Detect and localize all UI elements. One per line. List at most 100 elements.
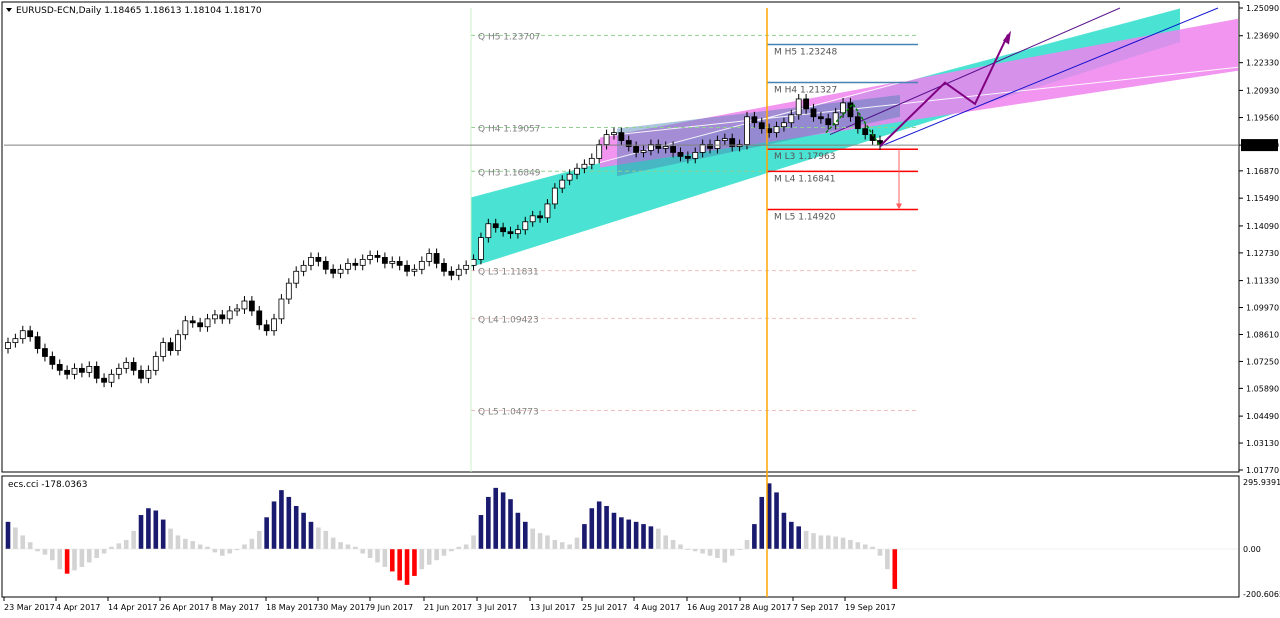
candle-body (581, 163, 588, 169)
cci-bar (5, 521, 11, 549)
cci-bar (301, 512, 306, 549)
cci-bar (611, 512, 617, 549)
cci-bar (131, 530, 136, 549)
candle-body (854, 116, 861, 130)
cci-bar (375, 549, 380, 563)
candle-body (337, 268, 344, 274)
indicator-label: ecs.cci -178.0363 (8, 480, 87, 490)
time-axis-label: 28 Aug 2017 (740, 603, 791, 612)
candle-body (832, 112, 839, 126)
cci-bar (855, 542, 861, 549)
cci-bar (227, 549, 232, 554)
candle-body (781, 122, 787, 128)
q-level-label: Q H4 1.19057 (478, 125, 541, 135)
time-axis-label: 18 May 2017 (266, 603, 318, 612)
candle-body (603, 134, 610, 145)
dropdown-triangle-icon[interactable] (6, 8, 12, 12)
cci-bar (633, 521, 639, 549)
cci-bar (35, 549, 40, 552)
cci-bar (138, 515, 144, 549)
candle-body (78, 367, 85, 373)
price-axis-label: 1.16870 (1246, 167, 1279, 176)
candle-body (389, 260, 396, 264)
cci-bar (116, 543, 122, 549)
time-axis-label: 4 Aug 2017 (634, 603, 680, 612)
candle-body (19, 330, 26, 340)
cci-bar (848, 539, 853, 549)
cci-bar (700, 549, 705, 554)
cci-bar (101, 549, 107, 554)
candle-body (64, 369, 71, 375)
cci-bar (478, 515, 484, 549)
candle-body (12, 338, 19, 344)
cci-bar (190, 541, 196, 549)
candle-body (248, 300, 255, 312)
candle-body (677, 152, 684, 157)
candle-body (433, 253, 440, 264)
candle-body (507, 231, 514, 235)
cci-bar (316, 527, 321, 549)
time-axis-label: 19 Sep 2017 (845, 603, 896, 612)
cci-bar (722, 549, 728, 563)
time-axis-label: 3 Jul 2017 (477, 603, 517, 612)
candle-body (662, 146, 669, 149)
cci-bar (160, 519, 166, 549)
candle-body (611, 132, 617, 135)
price-axis-label: 1.08610 (1246, 330, 1279, 339)
axes-layer: 1.25090 1.23690 1.22330 1.20930 1.19560 1.181… (3, 4, 1280, 612)
candle-body (847, 102, 854, 118)
candle-body (101, 377, 107, 383)
cci-bar (434, 549, 439, 561)
cci-bar (522, 521, 528, 549)
cci-bar (493, 487, 499, 549)
candle-body (145, 369, 152, 379)
candle-body (810, 108, 817, 118)
cci-bar (545, 535, 550, 549)
candle-body (300, 264, 307, 272)
candle-body (566, 173, 573, 181)
cci-bar (619, 517, 624, 549)
price-axis-label: 1.01770 (1246, 466, 1279, 475)
cci-bar (183, 538, 188, 549)
cci-bar (833, 536, 838, 549)
cci-bar (367, 549, 373, 558)
cci-bar (515, 512, 521, 549)
price-axis-label: 1.07250 (1246, 357, 1279, 366)
price-axis-label: 1.15490 (1246, 194, 1279, 203)
q-level-label: Q L4 1.09423 (478, 315, 539, 325)
cci-bar (744, 539, 750, 549)
cci-bar (759, 496, 765, 549)
cci-bar (559, 542, 565, 549)
cci-bar (508, 499, 513, 549)
candle-body (234, 308, 240, 312)
candle-body (5, 342, 11, 349)
cci-bar (419, 549, 425, 570)
candle-body (204, 318, 211, 328)
candle-body (825, 118, 832, 126)
chart-canvas[interactable]: Q H5 1.23707 Q H4 1.19057 Q H3 1.16849 Q L3… (0, 0, 1280, 618)
candle-body (426, 253, 433, 262)
cci-bar (441, 549, 447, 556)
candle-body (574, 167, 580, 175)
cci-bar (168, 528, 173, 549)
cci-bar (789, 521, 794, 549)
cci-bar (13, 527, 18, 549)
cci-bar (123, 539, 129, 549)
cci-bar (774, 492, 779, 549)
candle-body (795, 98, 802, 116)
time-axis-label: 23 Mar 2017 (4, 603, 55, 612)
cci-bar (574, 537, 580, 549)
cci-bar (715, 549, 720, 558)
cci-bar (404, 549, 410, 585)
candle-body (588, 157, 595, 165)
candle-body (189, 320, 196, 324)
price-axis-label: 1.11330 (1246, 277, 1279, 286)
candle-body (256, 310, 263, 326)
candle-body (418, 260, 425, 270)
candle-body (633, 146, 640, 153)
cci-bar (412, 549, 417, 576)
cci-bar (567, 544, 572, 549)
cci-bar (175, 535, 181, 549)
m-level-label: M L5 1.14920 (774, 212, 836, 222)
candle-body (640, 150, 647, 153)
